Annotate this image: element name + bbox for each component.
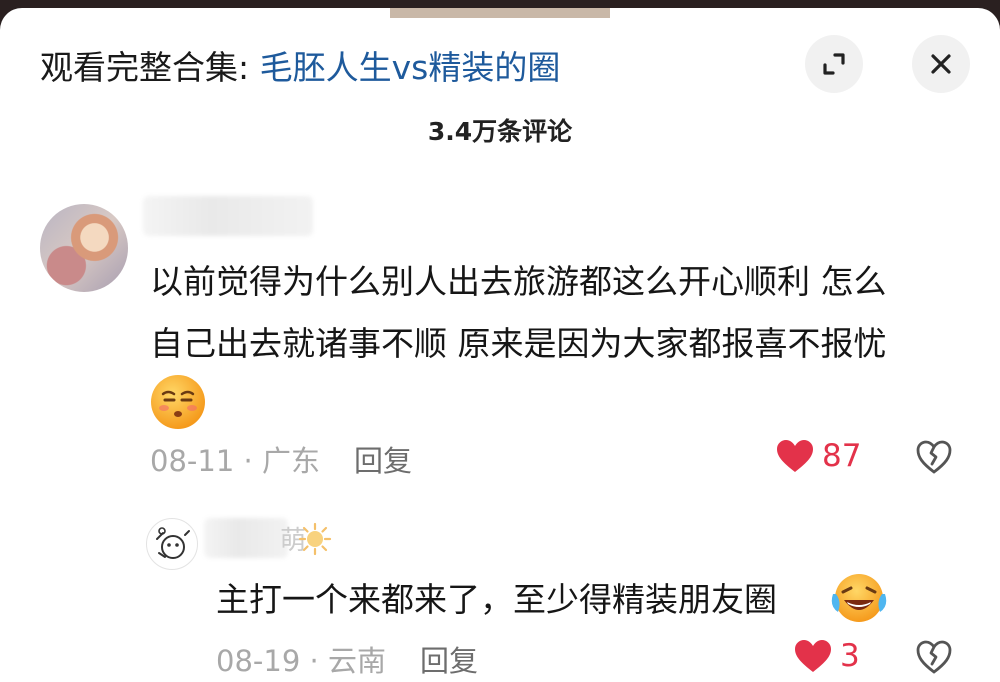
reply-meta: 08-19 · 云南 回复	[216, 644, 478, 678]
expand-button[interactable]	[805, 35, 863, 93]
broken-heart-icon[interactable]	[916, 440, 952, 474]
collection-header[interactable]: 观看完整合集: 毛胚人生vs精装的圈	[40, 41, 560, 89]
like-button[interactable]: 87	[776, 438, 861, 474]
expand-icon	[823, 53, 845, 75]
collection-prefix: 观看完整合集:	[40, 48, 260, 87]
like-count: 87	[822, 438, 862, 474]
username-blurred[interactable]	[143, 196, 313, 236]
comment-location: 广东	[261, 444, 320, 478]
heart-icon	[777, 440, 813, 472]
comment-count: 3.4万条评论	[427, 117, 573, 146]
reply-location: 云南	[327, 644, 386, 678]
reply-date: 08-19	[216, 644, 301, 678]
heart-icon	[795, 640, 831, 672]
comment-text-line: 自己出去就诸事不顺 原来是因为大家都报喜不报忧	[150, 324, 887, 363]
comment-date: 08-11	[150, 444, 235, 478]
comment-text-line: 以前觉得为什么别人出去旅游都这么开心顺利 怎么	[150, 262, 887, 301]
reply-like-button[interactable]: 3	[794, 638, 860, 674]
comment-meta: 08-11 · 广东 回复	[150, 444, 412, 478]
avatar[interactable]	[40, 204, 128, 292]
sun-emoji	[298, 522, 332, 556]
reply-reply-button[interactable]: 回复	[420, 644, 478, 678]
reply-username-blurred[interactable]	[204, 518, 288, 558]
comments-sheet: 观看完整合集: 毛胚人生vs精装的圈 3.4万条评论 以前觉得为什么别人出去旅游…	[0, 8, 1000, 682]
smug-face-emoji	[151, 375, 205, 429]
close-button[interactable]	[912, 35, 970, 93]
doodle-avatar-icon	[156, 527, 190, 559]
reply-button[interactable]: 回复	[354, 444, 412, 478]
video-preview-strip	[390, 8, 610, 18]
laughing-crying-emoji	[831, 574, 887, 622]
reply-like-count: 3	[840, 638, 860, 674]
collection-link[interactable]: 毛胚人生vs精装的圈	[260, 48, 561, 87]
broken-heart-icon[interactable]	[916, 640, 952, 674]
reply-avatar[interactable]	[146, 518, 198, 570]
reply-text: 主打一个来都来了，至少得精装朋友圈	[216, 580, 777, 619]
close-icon	[931, 54, 951, 74]
